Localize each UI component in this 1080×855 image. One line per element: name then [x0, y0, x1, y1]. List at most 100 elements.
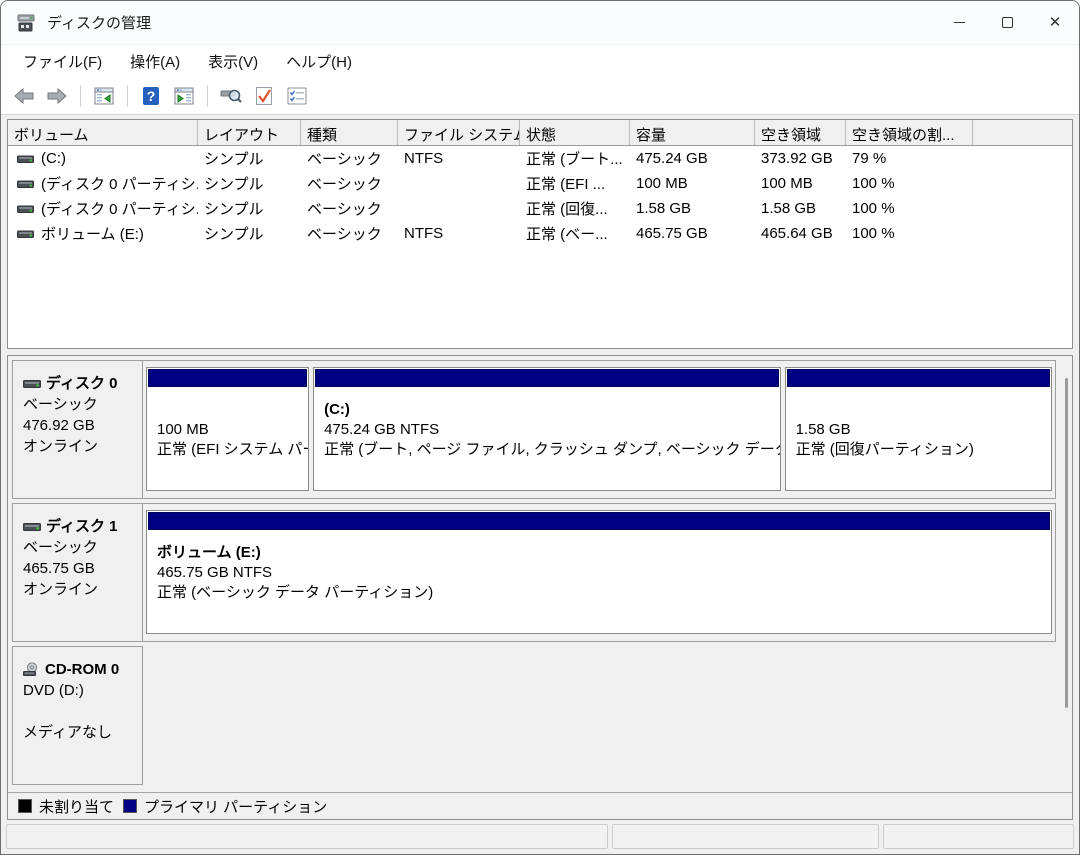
column-header-volume[interactable]: ボリューム	[8, 120, 198, 145]
volume-list-header: ボリューム レイアウト 種類 ファイル システム 状態 容量 空き領域 空き領域…	[8, 120, 1072, 146]
volume-capacity: 1.58 GB	[630, 200, 755, 217]
column-header-type[interactable]: 種類	[301, 120, 398, 145]
disk-0-band: ディスク 0 ベーシック 476.92 GB オンライン 100 MB 正	[12, 360, 1056, 499]
volume-free-pct: 100 %	[846, 175, 973, 192]
show-console-tree-icon[interactable]	[91, 83, 117, 109]
status-pane	[883, 824, 1074, 849]
legend-label: 未割り当て	[39, 796, 114, 817]
disk-drive-icon	[17, 178, 34, 190]
menu-file[interactable]: ファイル(F)	[9, 46, 116, 77]
menu-help[interactable]: ヘルプ(H)	[272, 46, 366, 77]
volume-name: (ディスク 0 パーティシ...	[41, 198, 198, 219]
caption-buttons: ✕	[935, 1, 1079, 44]
partition-e[interactable]: ボリューム (E:) 465.75 GB NTFS 正常 (ベーシック データ …	[146, 510, 1052, 634]
maximize-button[interactable]	[983, 1, 1031, 44]
toolbar-separator	[207, 85, 208, 107]
title-bar: ディスクの管理 ✕	[1, 1, 1079, 45]
volume-free: 465.64 GB	[755, 225, 846, 242]
close-icon: ✕	[1049, 15, 1062, 30]
disk-status: オンライン	[23, 436, 136, 457]
volume-layout: シンプル	[198, 223, 301, 244]
volume-capacity: 100 MB	[630, 175, 755, 192]
cdrom-0-band: CD-ROM 0 DVD (D:) メディアなし	[12, 646, 1056, 785]
partition-size: 465.75 GB NTFS	[157, 563, 1045, 583]
close-button[interactable]: ✕	[1031, 1, 1079, 44]
partition-color-bar	[148, 369, 307, 387]
help-icon[interactable]: ?	[138, 83, 164, 109]
forward-icon[interactable]	[44, 83, 70, 109]
cdrom-0-label[interactable]: CD-ROM 0 DVD (D:) メディアなし	[12, 646, 143, 785]
volume-free: 373.92 GB	[755, 150, 846, 167]
partition-efi[interactable]: 100 MB 正常 (EFI システム パーティション)	[146, 367, 309, 491]
disk-size	[23, 701, 136, 722]
column-header-layout[interactable]: レイアウト	[198, 120, 301, 145]
partition-status: 正常 (ベーシック データ パーティション)	[157, 583, 1045, 603]
disk-rescan-icon[interactable]	[218, 83, 244, 109]
volume-row[interactable]: (C:) シンプル ベーシック NTFS 正常 (ブート... 475.24 G…	[8, 146, 1072, 171]
volume-free-pct: 100 %	[846, 225, 973, 242]
window-title: ディスクの管理	[47, 12, 151, 33]
partition-status: 正常 (回復パーティション)	[796, 440, 1045, 460]
disk-0-label[interactable]: ディスク 0 ベーシック 476.92 GB オンライン	[12, 360, 143, 499]
column-header-free-pct[interactable]: 空き領域の割...	[846, 120, 973, 145]
volume-row[interactable]: ボリューム (E:) シンプル ベーシック NTFS 正常 (ベー... 465…	[8, 221, 1072, 246]
disk-status: メディアなし	[23, 722, 136, 743]
legend-unallocated: 未割り当て	[18, 796, 114, 817]
column-header-capacity[interactable]: 容量	[630, 120, 755, 145]
partition-size: 1.58 GB	[796, 420, 1045, 440]
toolbar: ?	[1, 77, 1079, 115]
volume-row[interactable]: (ディスク 0 パーティシ... シンプル ベーシック 正常 (回復... 1.…	[8, 196, 1072, 221]
disks-area: ディスク 0 ベーシック 476.92 GB オンライン 100 MB 正	[8, 356, 1072, 792]
volume-free-pct: 79 %	[846, 150, 973, 167]
unallocated-swatch	[18, 799, 32, 813]
column-header-status[interactable]: 状態	[520, 120, 630, 145]
partition-color-bar	[787, 369, 1050, 387]
show-action-pane-icon[interactable]	[171, 83, 197, 109]
legend-primary-partition: プライマリ パーティション	[123, 796, 327, 817]
partition-title: (C:)	[324, 400, 773, 420]
menu-bar: ファイル(F) 操作(A) 表示(V) ヘルプ(H)	[1, 45, 1079, 77]
disk-drive-icon	[17, 153, 34, 165]
vertical-scrollbar[interactable]	[1065, 378, 1068, 708]
disk-1-label[interactable]: ディスク 1 ベーシック 465.75 GB オンライン	[12, 503, 143, 642]
minimize-icon	[954, 22, 965, 23]
disk-status: オンライン	[23, 579, 136, 600]
volume-layout: シンプル	[198, 148, 301, 169]
menu-action[interactable]: 操作(A)	[116, 46, 194, 77]
volume-name: (C:)	[41, 150, 66, 167]
volume-layout: シンプル	[198, 198, 301, 219]
toolbar-separator	[80, 85, 81, 107]
check-document-icon[interactable]	[251, 83, 277, 109]
disk-name: CD-ROM 0	[45, 659, 119, 680]
disk-name: ディスク 1	[46, 516, 117, 537]
minimize-button[interactable]	[935, 1, 983, 44]
partition-title	[796, 400, 1045, 420]
disk-icon	[23, 378, 41, 390]
volume-status: 正常 (ブート...	[520, 148, 630, 169]
partition-title: ボリューム (E:)	[157, 543, 1045, 563]
disk-type: DVD (D:)	[23, 680, 136, 701]
legend-label: プライマリ パーティション	[144, 796, 327, 817]
partition-status: 正常 (ブート, ページ ファイル, クラッシュ ダンプ, ベーシック データ …	[324, 440, 773, 460]
legend-bar: 未割り当て プライマリ パーティション	[8, 792, 1072, 819]
disk-drive-icon	[17, 203, 34, 215]
disk-drive-icon	[17, 228, 34, 240]
partition-title	[157, 400, 302, 420]
partition-recovery[interactable]: 1.58 GB 正常 (回復パーティション)	[785, 367, 1052, 491]
volume-row[interactable]: (ディスク 0 パーティシ... シンプル ベーシック 正常 (EFI ... …	[8, 171, 1072, 196]
volume-type: ベーシック	[301, 148, 398, 169]
volume-status: 正常 (EFI ...	[520, 173, 630, 194]
column-header-free[interactable]: 空き領域	[755, 120, 846, 145]
column-header-filesystem[interactable]: ファイル システム	[398, 120, 520, 145]
toolbar-separator	[127, 85, 128, 107]
task-checklist-icon[interactable]	[284, 83, 310, 109]
menu-view[interactable]: 表示(V)	[194, 46, 272, 77]
disk-size: 476.92 GB	[23, 415, 136, 436]
volume-status: 正常 (回復...	[520, 198, 630, 219]
back-icon[interactable]	[11, 83, 37, 109]
disk-1-band: ディスク 1 ベーシック 465.75 GB オンライン ボリューム (E:) …	[12, 503, 1056, 642]
volume-type: ベーシック	[301, 198, 398, 219]
partition-size: 475.24 GB NTFS	[324, 420, 773, 440]
partition-c[interactable]: (C:) 475.24 GB NTFS 正常 (ブート, ページ ファイル, ク…	[313, 367, 780, 491]
volume-name: ボリューム (E:)	[41, 223, 144, 244]
